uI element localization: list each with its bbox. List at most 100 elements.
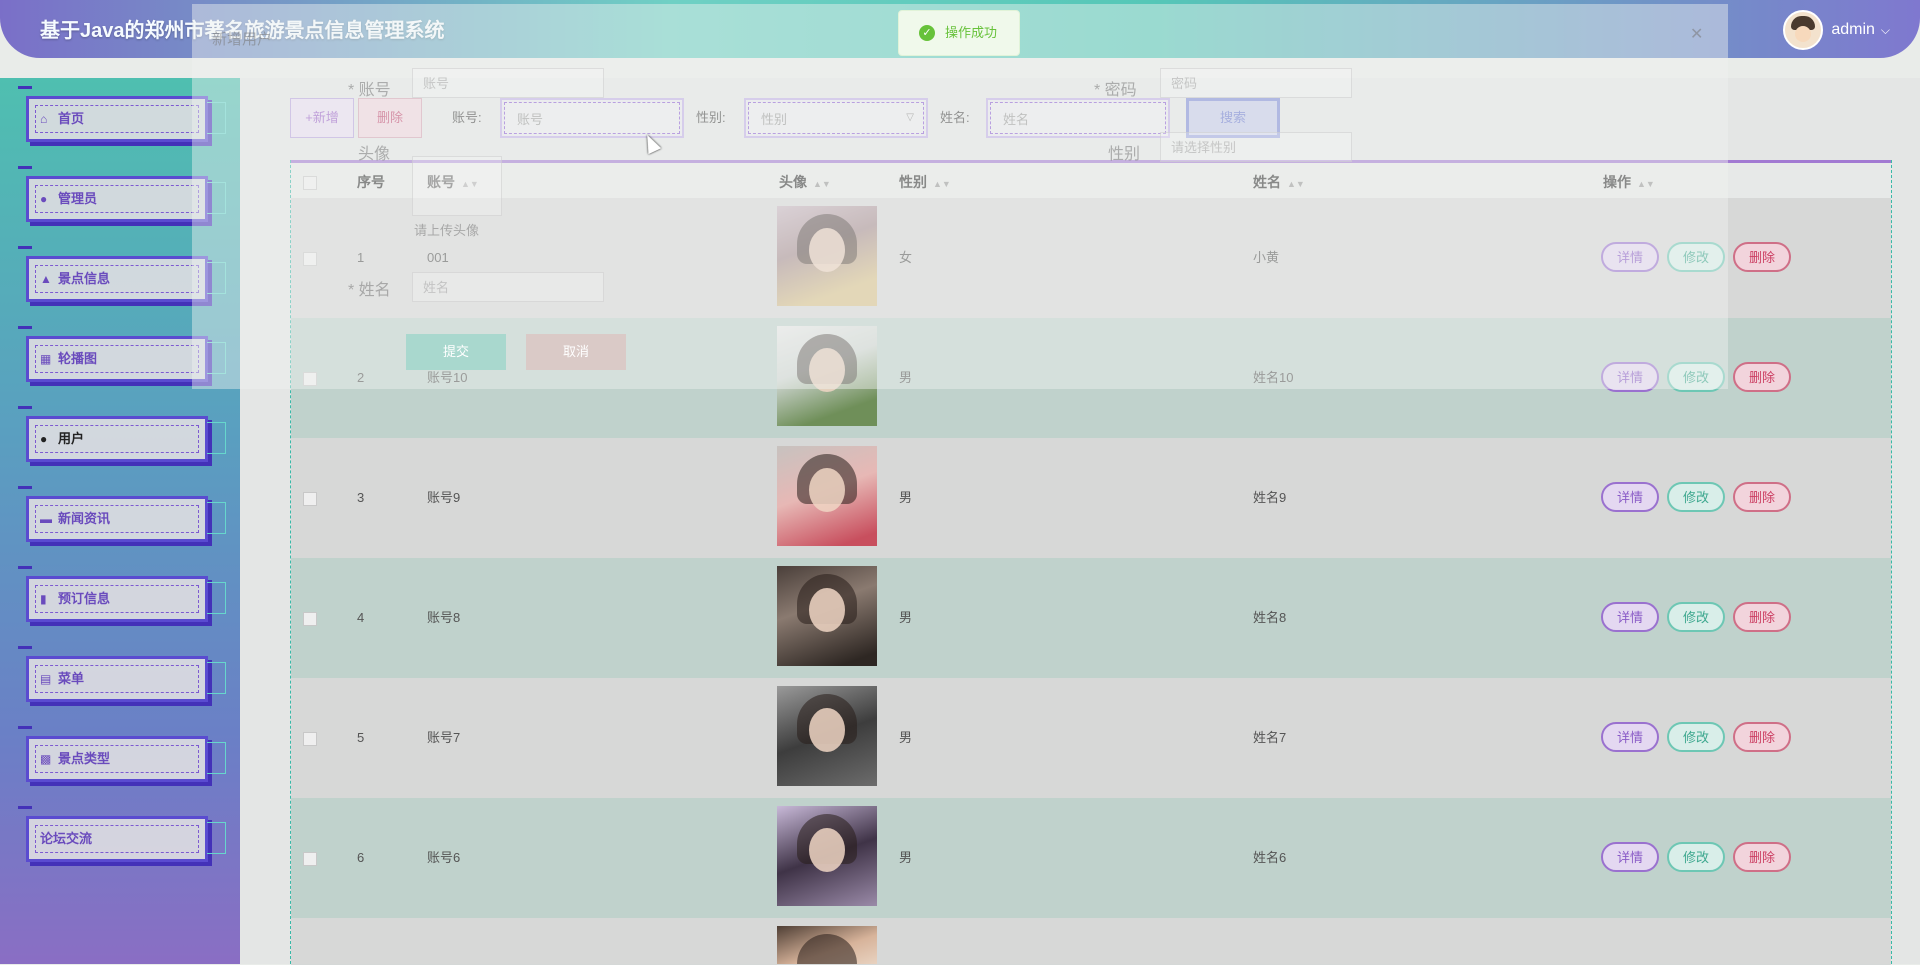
sidebar-item-1[interactable]: ● 管理员: [18, 166, 226, 226]
avatar-image[interactable]: [777, 806, 877, 906]
dialog-account-label: * 账号: [348, 82, 391, 99]
sidebar-item-6[interactable]: ▮ 预订信息: [18, 566, 226, 626]
sidebar-item-8[interactable]: ▩ 景点类型: [18, 726, 226, 786]
nav-decoration: [18, 246, 32, 249]
sidebar-item-2[interactable]: ▲ 景点信息: [18, 246, 226, 306]
upload-hint: 请上传头像: [414, 223, 480, 238]
edit-button[interactable]: 修改: [1667, 722, 1725, 752]
row-checkbox[interactable]: [303, 492, 317, 506]
add-user-dialog: 新增用户 ✕ * 账号 账号 * 密码 密码 头像 请上传头像 性别 请选择性别…: [192, 4, 1728, 389]
image-icon: ▦: [40, 352, 52, 366]
sidebar-item-label[interactable]: ⌂ 首页: [40, 92, 84, 146]
cancel-button[interactable]: 取消: [526, 334, 626, 370]
sidebar-item-label[interactable]: ● 用户: [40, 412, 84, 466]
table-row-partial: [291, 918, 1891, 965]
sidebar-item-text[interactable]: 首页: [58, 111, 84, 126]
sidebar-item-text[interactable]: 景点信息: [58, 271, 110, 286]
cell-account: 账号7: [427, 730, 461, 745]
delete-button[interactable]: 删除: [1733, 602, 1791, 632]
news-icon: ▬: [40, 512, 52, 526]
grid-icon: ▩: [40, 752, 52, 766]
nav-decoration: [18, 86, 32, 89]
nav-decoration-line: [207, 662, 226, 694]
cell-gender: 男: [899, 730, 913, 745]
sidebar-item-label[interactable]: ▲ 景点信息: [40, 252, 110, 306]
sidebar-item-text[interactable]: 用户: [58, 431, 84, 446]
menu-icon: ▤: [40, 672, 52, 686]
cell-gender: 男: [899, 610, 913, 625]
sidebar-item-label[interactable]: ▩ 景点类型: [40, 732, 110, 786]
edit-button[interactable]: 修改: [1667, 482, 1725, 512]
avatar-image[interactable]: [777, 446, 877, 546]
sidebar-item-9[interactable]: 论坛交流: [18, 806, 226, 866]
delete-button[interactable]: 删除: [1733, 242, 1791, 272]
user-icon: ●: [40, 192, 48, 206]
dialog-avatar-label: 头像: [358, 146, 391, 163]
sidebar-item-label[interactable]: ▬ 新闻资讯: [40, 492, 110, 546]
cell-account: 账号8: [427, 610, 461, 625]
row-checkbox[interactable]: [303, 612, 317, 626]
sidebar-item-text[interactable]: 景点类型: [58, 751, 110, 766]
table-row[interactable]: 5 账号7 男 姓名7 详情 修改 删除: [291, 678, 1891, 799]
nav-decoration: [18, 406, 32, 409]
avatar-upload-box[interactable]: [412, 156, 502, 216]
avatar[interactable]: [1783, 10, 1824, 50]
user-menu[interactable]: admin ⌵: [1783, 10, 1890, 50]
delete-button[interactable]: 删除: [1733, 842, 1791, 872]
sidebar-item-label[interactable]: ▦ 轮播图: [40, 332, 97, 386]
avatar-image[interactable]: [777, 566, 877, 666]
cell-index: 4: [357, 610, 365, 625]
cell-index: 3: [357, 490, 365, 505]
sidebar-item-text[interactable]: 管理员: [58, 191, 97, 206]
detail-button[interactable]: 详情: [1601, 602, 1659, 632]
delete-button[interactable]: 删除: [1733, 482, 1791, 512]
cell-index: 5: [357, 730, 365, 745]
sidebar-item-text[interactable]: 新闻资讯: [58, 511, 110, 526]
sidebar-item-0[interactable]: ⌂ 首页: [18, 86, 226, 146]
delete-button[interactable]: 删除: [1733, 362, 1791, 392]
sidebar-item-label[interactable]: ▤ 菜单: [40, 652, 84, 706]
dialog-account-input[interactable]: 账号: [412, 68, 604, 98]
dialog-gender-select[interactable]: 请选择性别: [1160, 132, 1352, 162]
sidebar-item-text[interactable]: 论坛交流: [40, 831, 92, 846]
sidebar-item-label[interactable]: ● 管理员: [40, 172, 97, 226]
chevron-down-icon[interactable]: ⌵: [1881, 23, 1890, 38]
nav-decoration: [18, 486, 32, 489]
sidebar-item-text[interactable]: 轮播图: [58, 351, 97, 366]
username[interactable]: admin: [1831, 21, 1875, 39]
dialog-password-input[interactable]: 密码: [1160, 68, 1352, 98]
dialog-name-input[interactable]: 姓名: [412, 272, 604, 302]
delete-button[interactable]: 删除: [1733, 722, 1791, 752]
nav-decoration: [18, 566, 32, 569]
nav-decoration: [18, 806, 32, 809]
sidebar-item-label[interactable]: 论坛交流: [40, 812, 92, 866]
detail-button[interactable]: 详情: [1601, 482, 1659, 512]
nav-decoration-line: [207, 742, 226, 774]
sidebar-item-text[interactable]: 菜单: [58, 671, 84, 686]
face-shape: [809, 588, 845, 632]
sidebar-item-3[interactable]: ▦ 轮播图: [18, 326, 226, 386]
nav-decoration: [18, 646, 32, 649]
row-checkbox[interactable]: [303, 852, 317, 866]
avatar-image[interactable]: [777, 686, 877, 786]
sidebar-item-4[interactable]: ● 用户: [18, 406, 226, 466]
table-row[interactable]: 6 账号6 男 姓名6 详情 修改 删除: [291, 798, 1891, 919]
dialog-title: 新增用户: [212, 31, 273, 48]
table-row[interactable]: 4 账号8 男 姓名8 详情 修改 删除: [291, 558, 1891, 679]
table-row[interactable]: 3 账号9 男 姓名9 详情 修改 删除: [291, 438, 1891, 559]
sidebar-item-label[interactable]: ▮ 预订信息: [40, 572, 110, 626]
close-icon[interactable]: ✕: [1690, 24, 1703, 44]
row-checkbox[interactable]: [303, 732, 317, 746]
detail-button[interactable]: 详情: [1601, 842, 1659, 872]
edit-button[interactable]: 修改: [1667, 602, 1725, 632]
sidebar-item-text[interactable]: 预订信息: [58, 591, 110, 606]
submit-button[interactable]: 提交: [406, 334, 506, 370]
detail-button[interactable]: 详情: [1601, 722, 1659, 752]
edit-button[interactable]: 修改: [1667, 842, 1725, 872]
home-icon: ⌂: [40, 112, 48, 126]
sidebar-item-7[interactable]: ▤ 菜单: [18, 646, 226, 706]
nav-decoration-line: [207, 582, 226, 614]
cell-name: 姓名6: [1253, 850, 1287, 865]
toast-message: 操作成功: [945, 25, 998, 40]
sidebar-item-5[interactable]: ▬ 新闻资讯: [18, 486, 226, 546]
